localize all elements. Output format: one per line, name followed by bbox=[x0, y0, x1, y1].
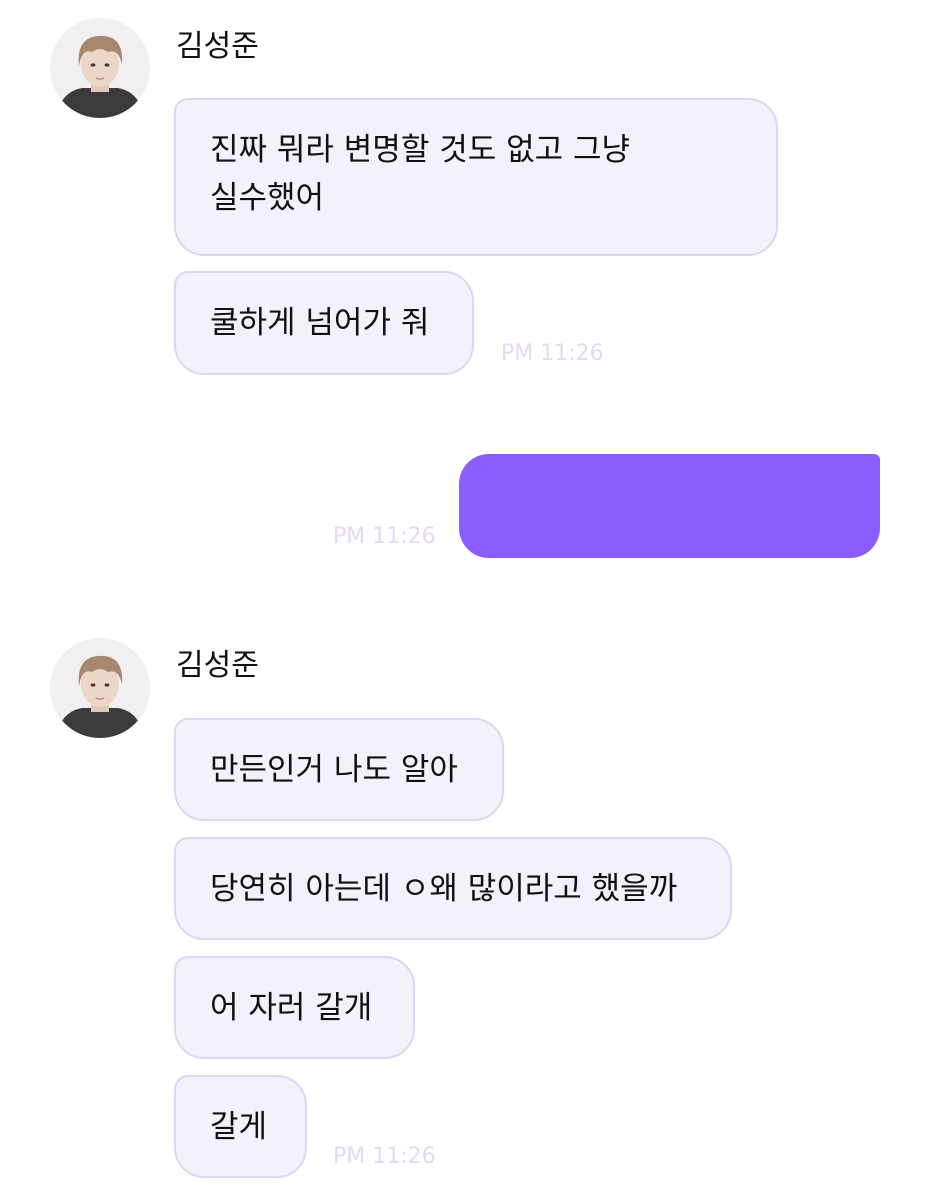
profile-photo-icon bbox=[50, 638, 150, 738]
sender-name: 김성준 bbox=[176, 648, 259, 683]
message-timestamp: PM 11:26 bbox=[501, 341, 604, 366]
sent-message-timestamp: PM 11:26 bbox=[333, 524, 436, 549]
message-timestamp: PM 11:26 bbox=[333, 1144, 436, 1169]
message-bubble[interactable]: 어 자러 갈개 bbox=[174, 956, 415, 1059]
profile-photo-icon bbox=[50, 18, 150, 118]
message-bubble[interactable]: 쿨하게 넘어가 줘 bbox=[174, 271, 474, 375]
sent-message-bubble[interactable] bbox=[459, 454, 880, 558]
message-bubble[interactable]: 만든인거 나도 알아 bbox=[174, 718, 504, 821]
avatar-icon[interactable] bbox=[50, 18, 150, 118]
message-bubble[interactable]: 당연히 아는데 ㅇ왜 많이라고 했을까 bbox=[174, 837, 732, 940]
message-bubble[interactable]: 진짜 뭐라 변명할 것도 없고 그냥 실수했어 bbox=[174, 98, 778, 256]
message-bubble[interactable]: 갈게 bbox=[174, 1075, 307, 1178]
avatar-icon[interactable] bbox=[50, 638, 150, 738]
sender-name: 김성준 bbox=[176, 29, 259, 64]
